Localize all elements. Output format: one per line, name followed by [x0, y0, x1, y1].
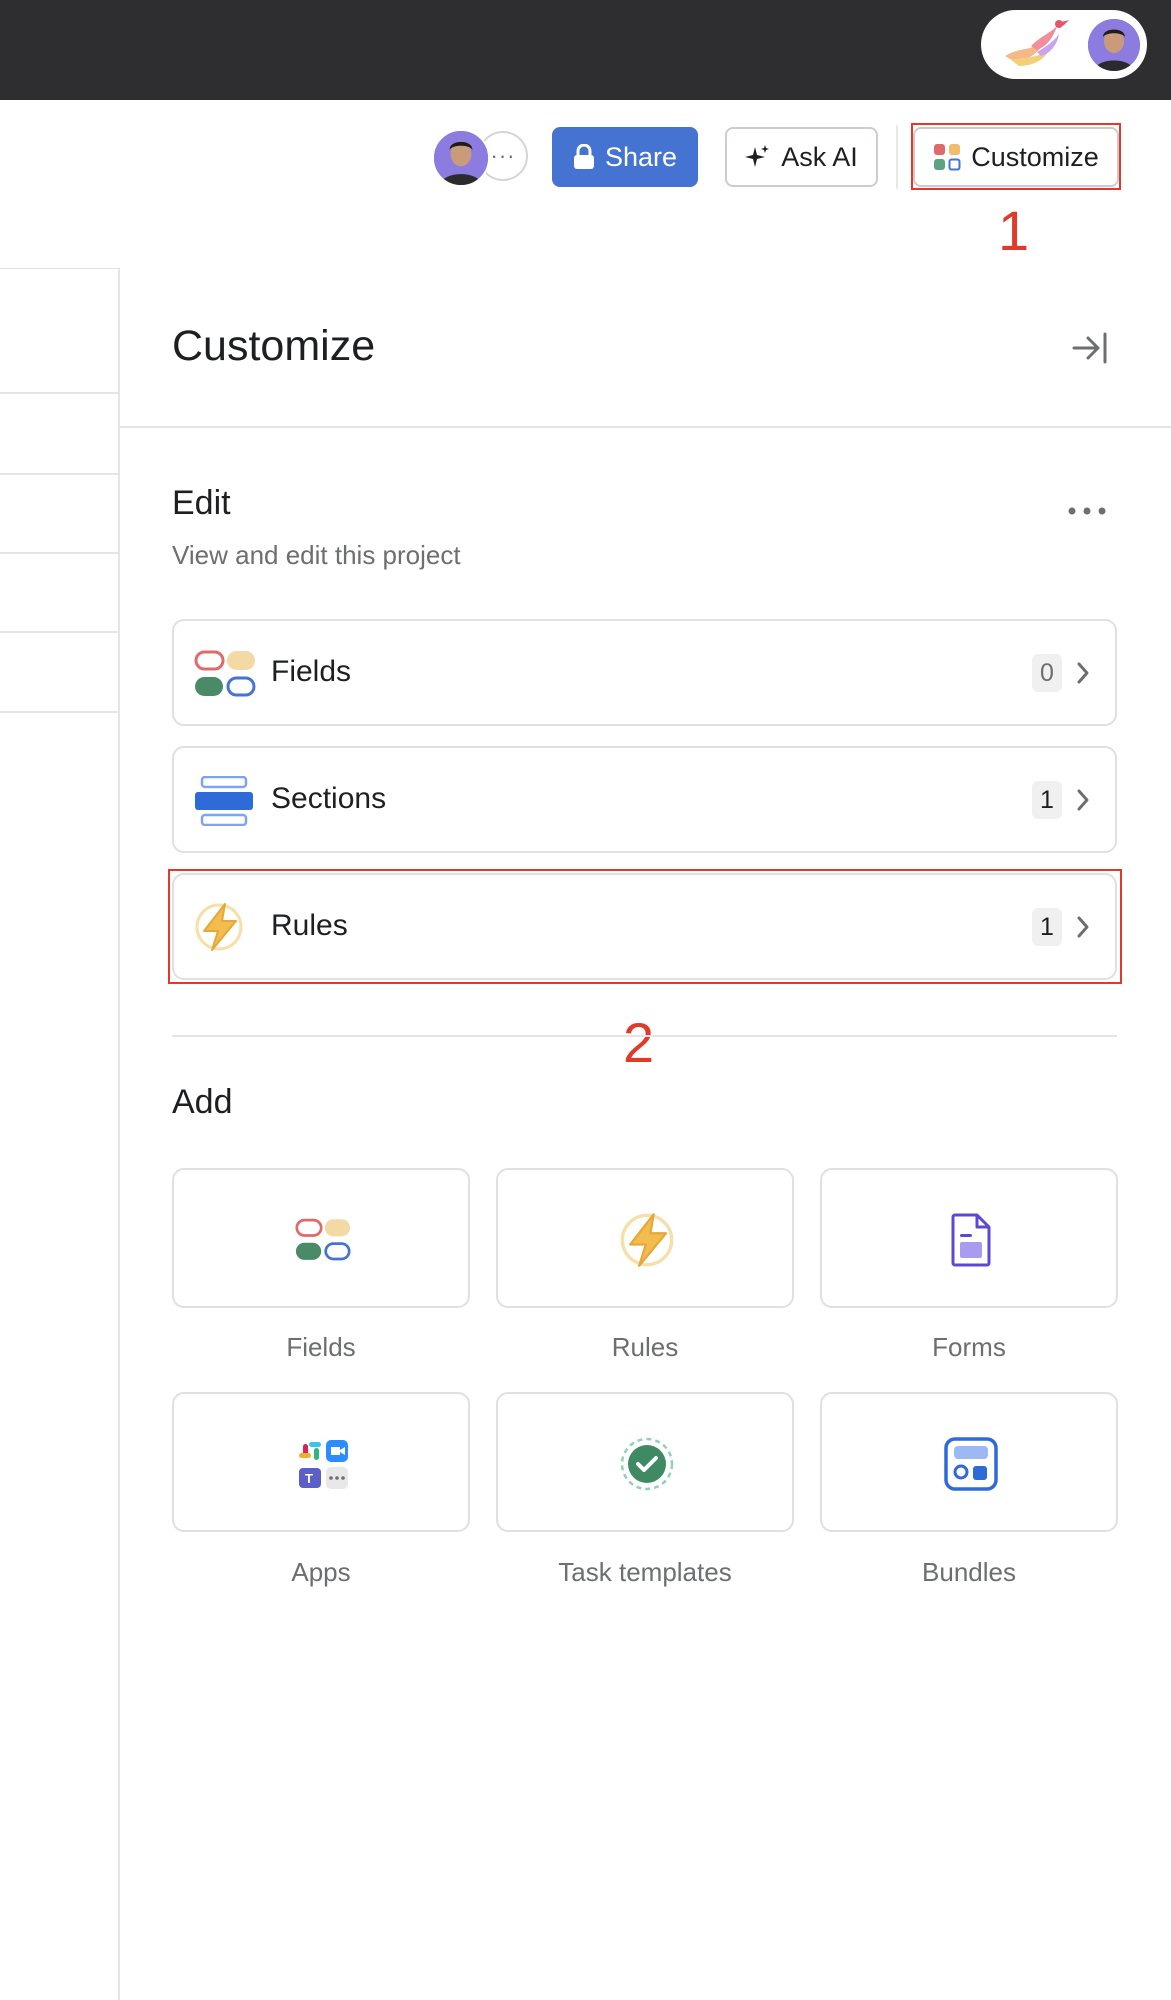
lightning-icon: [620, 1213, 674, 1267]
add-section-divider: [172, 1035, 1117, 1037]
fields-icon: [194, 650, 256, 697]
project-toolbar: ··· Share Ask AI Customize 1: [0, 100, 1171, 269]
add-bundles-tile[interactable]: [820, 1392, 1118, 1532]
form-document-icon: [951, 1213, 991, 1267]
add-bundles-label: Bundles: [922, 1557, 1016, 1587]
add-apps-tile[interactable]: T: [172, 1392, 470, 1532]
sections-icon: [195, 776, 253, 826]
member-avatar[interactable]: [432, 129, 490, 187]
edit-sections-row[interactable]: Sections 1: [172, 746, 1117, 853]
svg-text:T: T: [305, 1471, 313, 1486]
account-switcher[interactable]: [981, 10, 1147, 79]
panel-title: Customize: [172, 322, 376, 370]
task-template-icon: [620, 1437, 674, 1491]
step-1-marker: 1: [998, 199, 1030, 262]
add-fields-tile[interactable]: [172, 1168, 470, 1308]
add-forms-label: Forms: [932, 1332, 1006, 1362]
apps-icon: T: [299, 1440, 348, 1489]
list-divider: [0, 711, 118, 713]
phoenix-logo-icon: [1005, 20, 1069, 66]
toolbar-divider: [896, 125, 898, 189]
chevron-right-icon: [1077, 789, 1089, 811]
edit-section-title: Edit: [172, 484, 231, 522]
step-2-highlight: [168, 869, 1122, 984]
user-avatar[interactable]: [1088, 19, 1140, 71]
list-divider: [0, 392, 118, 394]
customize-panel: Customize Edit View and edit this projec…: [118, 268, 1171, 2000]
list-divider: [0, 473, 118, 475]
add-task-templates-label: Task templates: [558, 1557, 732, 1587]
step-1-highlight: [911, 123, 1121, 190]
count-badge: 0: [1032, 654, 1062, 692]
add-forms-tile[interactable]: [820, 1168, 1118, 1308]
row-label: Fields: [271, 655, 352, 688]
step-2-marker: 2: [623, 1011, 655, 1074]
add-task-templates-tile[interactable]: [496, 1392, 794, 1532]
count-badge: 1: [1032, 781, 1062, 819]
share-label: Share: [604, 141, 678, 172]
ask-ai-button[interactable]: Ask AI: [725, 127, 878, 187]
add-rules-label: Rules: [611, 1332, 679, 1362]
chevron-right-icon: [1077, 662, 1089, 684]
panel-header-divider: [120, 426, 1171, 428]
add-section-title: Add: [172, 1083, 233, 1121]
list-divider: [0, 552, 118, 554]
collapse-panel-icon[interactable]: [1070, 328, 1110, 368]
edit-fields-row[interactable]: Fields 0: [172, 619, 1117, 726]
share-button[interactable]: Share: [552, 127, 698, 187]
more-members-label: ···: [490, 143, 516, 168]
ask-ai-label: Ask AI: [781, 141, 858, 172]
fields-icon: [295, 1218, 351, 1261]
more-options-icon[interactable]: [1066, 504, 1108, 518]
add-fields-label: Fields: [286, 1332, 356, 1362]
top-bar: [0, 0, 1171, 100]
row-label: Sections: [271, 782, 387, 815]
add-apps-label: Apps: [291, 1557, 351, 1587]
sparkle-icon: [745, 145, 770, 167]
edit-section-subtitle: View and edit this project: [172, 540, 461, 570]
add-rules-tile[interactable]: [496, 1168, 794, 1308]
lock-icon: [573, 144, 594, 169]
bundle-icon: [944, 1437, 998, 1491]
list-divider: [0, 631, 118, 633]
